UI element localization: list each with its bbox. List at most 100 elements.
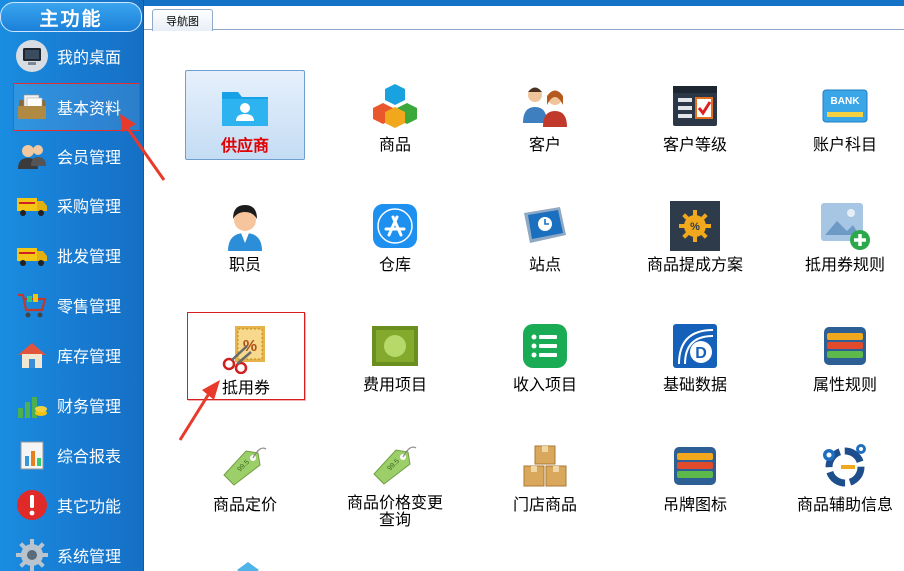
commission-icon: %: [669, 200, 721, 252]
green-square-icon: [369, 320, 421, 372]
sidebar-item-inventory[interactable]: 库存管理: [14, 334, 138, 376]
data-d-icon: D: [669, 320, 721, 372]
sidebar-item-label: 财务管理: [57, 397, 122, 416]
sidebar-title: 主功能: [0, 2, 142, 32]
grid-item-pricing[interactable]: 99.5 商品定价: [185, 430, 305, 520]
gears-info-icon: [819, 440, 871, 492]
sidebar-item-label: 采购管理: [57, 197, 122, 216]
bank-card-icon: BANK: [819, 80, 871, 132]
sidebar-item-purchase[interactable]: 采购管理: [14, 184, 138, 226]
folder-user-icon: [219, 81, 271, 133]
people-icon: [519, 80, 571, 132]
sidebar-item-finance[interactable]: 财务管理: [14, 384, 138, 426]
sidebar-item-label: 零售管理: [57, 297, 122, 316]
grid-item-label: 供应商: [220, 136, 269, 155]
grid-item-attribute-rules[interactable]: 属性规则: [785, 310, 904, 400]
money-chart-icon: [14, 387, 50, 423]
data-d-text: D: [695, 345, 707, 362]
exclamation-icon: [14, 487, 50, 523]
folder-documents-icon: [14, 89, 50, 125]
grid-item-label: 属性规则: [812, 375, 877, 394]
grid-item-label: 客户: [528, 135, 561, 154]
grid-item-price-change-query[interactable]: 99.5 商品价格变更查询: [335, 430, 455, 529]
grid-item-label: 抵用券规则: [804, 255, 885, 274]
price-tag-icon: 99.5: [219, 440, 271, 492]
sidebar-item-label: 综合报表: [57, 447, 122, 466]
grid-item-label: 职员: [228, 255, 261, 274]
green-list-icon: [519, 320, 571, 372]
users-icon: [14, 138, 50, 174]
report-chart-icon: [14, 437, 50, 473]
grid-item-label: 商品价格变更查询: [346, 493, 443, 529]
sidebar-item-wholesale[interactable]: 批发管理: [14, 234, 138, 276]
grid-item-coupon-rules[interactable]: 抵用券规则: [785, 190, 904, 280]
sidebar-item-label: 我的桌面: [57, 48, 122, 67]
grid-item-coupon[interactable]: % 抵用券: [187, 312, 305, 400]
grid-item-label: 商品辅助信息: [796, 495, 893, 514]
sidebar-item-retail[interactable]: 零售管理: [14, 284, 138, 326]
sidebar-item-my-desktop[interactable]: 我的桌面: [14, 35, 138, 77]
sidebar-item-label: 基本资料: [57, 99, 122, 118]
grid-item-site[interactable]: 站点: [485, 190, 605, 280]
tab-navigation[interactable]: 导航图: [152, 9, 213, 31]
hangtag-layers-icon: [669, 440, 721, 492]
grid-item-product[interactable]: 商品: [335, 70, 455, 160]
grid-item-commission-plan[interactable]: % 商品提成方案: [635, 190, 755, 280]
sidebar-item-label: 批发管理: [57, 247, 122, 266]
grid-item-label: 费用项目: [362, 375, 427, 394]
gear-icon: [14, 537, 50, 571]
svg-text:%: %: [690, 221, 700, 233]
grid-item-label: 收入项目: [512, 375, 577, 394]
sidebar-item-system[interactable]: 系统管理: [14, 534, 138, 571]
grid-item-employee[interactable]: 职员: [185, 190, 305, 280]
cubes-icon: [369, 80, 421, 132]
grid-item-label: 客户等级: [662, 135, 727, 154]
grid-item-customer-level[interactable]: 客户等级: [635, 70, 755, 160]
grid-item-store-products[interactable]: 门店商品: [485, 430, 605, 520]
grid-item-label: 商品提成方案: [646, 255, 743, 274]
image-add-icon: [819, 200, 871, 252]
bank-card-text: BANK: [831, 96, 861, 107]
employee-icon: [219, 200, 271, 252]
app-store-icon: [369, 200, 421, 252]
sidebar-item-reports[interactable]: 综合报表: [14, 434, 138, 476]
grid-item-label: 吊牌图标: [662, 495, 727, 514]
sidebar-item-member[interactable]: 会员管理: [14, 135, 138, 177]
boxes-icon: [519, 440, 571, 492]
sidebar-item-label: 其它功能: [57, 497, 122, 516]
tab-strip: 导航图: [144, 6, 904, 31]
sidebar-item-label: 会员管理: [57, 148, 122, 167]
grid-item-expense[interactable]: 费用项目: [335, 310, 455, 400]
grid-item-income[interactable]: 收入项目: [485, 310, 605, 400]
house-icon: [14, 337, 50, 373]
shopping-cart-icon: [14, 287, 50, 323]
grid-item-label: 仓库: [378, 255, 411, 274]
grid-item-label: 抵用券: [221, 378, 270, 397]
grid-item-hangtag-icons[interactable]: 吊牌图标: [635, 430, 755, 520]
sidebar-item-other[interactable]: 其它功能: [14, 484, 138, 526]
sidebar-item-basic-data[interactable]: 基本资料: [13, 83, 140, 131]
grid-item-base-data[interactable]: D 基础数据: [635, 310, 755, 400]
clock-screen-icon: [519, 200, 571, 252]
sidebar-item-label: 系统管理: [57, 547, 122, 566]
sidebar: 主功能 我的桌面 基本资料 会员管理 采购管理 批发管理 零售管理 库存管理 财…: [0, 0, 144, 571]
grid-item-label: 站点: [528, 255, 561, 274]
grid-item-label: 账户科目: [812, 135, 877, 154]
price-tag-change-icon: 99.5: [369, 440, 421, 490]
grid-item-label: 商品定价: [212, 495, 277, 514]
grid-item-account-subject[interactable]: BANK 账户科目: [785, 70, 904, 160]
grid-item-warehouse[interactable]: 仓库: [335, 190, 455, 280]
grid-item-label: 基础数据: [662, 375, 727, 394]
grid-item-label: 门店商品: [512, 495, 577, 514]
coupon-scissors-icon: %: [220, 323, 272, 375]
grid-item-supplier[interactable]: 供应商: [185, 70, 305, 160]
grid-item-partial[interactable]: [235, 560, 261, 571]
grid-item-product-aux-info[interactable]: 商品辅助信息: [785, 430, 904, 520]
grid-item-customer[interactable]: 客户: [485, 70, 605, 160]
delivery-truck-icon: [14, 237, 50, 273]
layers-icon: [819, 320, 871, 372]
monitor-icon: [14, 38, 50, 74]
grid-item-label: 商品: [378, 135, 411, 154]
truck-icon: [14, 187, 50, 223]
partial-icon: [235, 560, 261, 571]
